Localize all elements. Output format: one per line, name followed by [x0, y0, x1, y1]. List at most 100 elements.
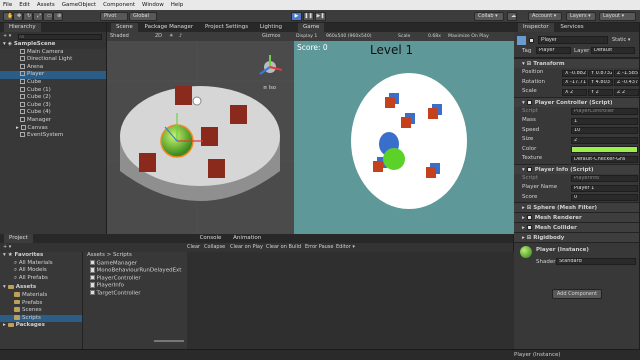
account-button[interactable]: Account ▾: [528, 12, 562, 21]
script-file[interactable]: PlayerInfo: [84, 282, 187, 290]
project-create-button[interactable]: + ▾: [3, 243, 11, 252]
tab-game[interactable]: Game: [298, 23, 325, 32]
tab-hierarchy[interactable]: Hierarchy: [4, 23, 41, 32]
component-header[interactable]: ▸ ⊞ Sphere (Mesh Filter): [514, 202, 639, 212]
resolution-dropdown[interactable]: 960x540 (960x540): [326, 32, 372, 41]
favorite-item[interactable]: ⌕ All Models: [0, 267, 82, 275]
audio-icon[interactable]: ♪: [179, 32, 182, 41]
orientation-gizmo-icon[interactable]: [259, 55, 283, 75]
hierarchy-item[interactable]: Cube (3): [0, 101, 106, 110]
component-header[interactable]: ▸ ⊞ Rigidbody: [514, 232, 639, 242]
console-error-pause[interactable]: Error Pause: [305, 243, 333, 252]
display-dropdown[interactable]: Display 1: [296, 32, 317, 41]
layer-dropdown[interactable]: Default: [591, 47, 635, 54]
menu-help[interactable]: Help: [171, 2, 184, 8]
tag-dropdown[interactable]: Player: [536, 47, 571, 54]
console-clear[interactable]: Clear: [187, 243, 200, 252]
script-file[interactable]: PlayerController: [84, 274, 187, 283]
cube-object[interactable]: [175, 86, 192, 105]
hierarchy-item[interactable]: Arena: [0, 63, 106, 72]
component-checkbox[interactable]: [526, 215, 532, 220]
hierarchy-item[interactable]: Cube (4): [0, 109, 106, 117]
step-button[interactable]: ▶❚: [315, 12, 326, 21]
scene-gizmos[interactable]: Gizmos: [262, 32, 280, 41]
scene-viewport[interactable]: ≡ Iso: [107, 41, 294, 234]
player-info-header[interactable]: ▾ Player Info (Script): [514, 163, 639, 174]
pivot-toggle[interactable]: Pivot: [100, 12, 128, 21]
console-clear-on-play[interactable]: Clear on Play: [230, 243, 263, 252]
color-swatch[interactable]: [571, 146, 638, 153]
rotation-y-field[interactable]: Y 4.803: [588, 79, 613, 86]
hierarchy-item[interactable]: ▸ Canvas: [0, 124, 106, 133]
rect-tool-icon[interactable]: ▭: [43, 12, 53, 21]
hierarchy-item[interactable]: EventSystem: [0, 132, 106, 140]
cube-object[interactable]: [139, 153, 156, 172]
global-toggle[interactable]: Global: [129, 12, 157, 21]
zoom-slider[interactable]: [154, 340, 184, 342]
score-field[interactable]: 0: [571, 194, 638, 201]
hierarchy-item[interactable]: Cube: [0, 78, 106, 87]
cube-object[interactable]: [208, 159, 225, 178]
hierarchy-item[interactable]: Player: [0, 71, 106, 79]
scale-value[interactable]: 0.68x: [428, 32, 441, 41]
add-component-button[interactable]: Add Component: [552, 289, 602, 299]
position-x-field[interactable]: X -0.882: [562, 69, 587, 77]
component-header[interactable]: ▸ Mesh Renderer: [514, 212, 639, 222]
active-checkbox[interactable]: [529, 38, 534, 43]
favorite-item[interactable]: ⌕ All Materials: [0, 260, 82, 268]
tab-console[interactable]: Console: [195, 234, 227, 243]
tab-package-manager[interactable]: Package Manager: [140, 23, 199, 32]
layout-button[interactable]: Layout ▾: [599, 12, 636, 21]
menu-file[interactable]: File: [3, 2, 12, 8]
menu-window[interactable]: Window: [142, 2, 164, 8]
asset-folder[interactable]: Prefabs: [0, 300, 82, 308]
collab-button[interactable]: Collab ▾: [474, 12, 504, 21]
asset-folder[interactable]: Scenes: [0, 307, 82, 315]
light-gizmo-icon[interactable]: [192, 96, 202, 106]
2d-toggle[interactable]: 2D: [155, 32, 162, 41]
console-editor-dropdown[interactable]: Editor ▾: [336, 243, 355, 252]
favorites-root[interactable]: ▾ ★ Favorites: [0, 252, 82, 260]
pause-button[interactable]: ❚❚: [303, 12, 314, 21]
scale-tool-icon[interactable]: ⤢: [33, 12, 43, 21]
player-controller-header[interactable]: ▾ Player Controller (Script): [514, 96, 639, 107]
shading-dropdown[interactable]: Shaded: [110, 32, 129, 41]
position-z-field[interactable]: Z -1.585: [614, 69, 639, 77]
assets-root[interactable]: ▾ Assets: [0, 284, 82, 292]
project-breadcrumb[interactable]: Assets > Scripts: [84, 252, 187, 260]
play-button[interactable]: ▶: [291, 12, 302, 21]
hierarchy-item[interactable]: Manager: [0, 116, 106, 125]
player-info-checkbox[interactable]: [526, 166, 532, 172]
scale-y-field[interactable]: Y 2: [588, 88, 613, 96]
menu-gameobject[interactable]: GameObject: [62, 2, 96, 8]
component-checkbox[interactable]: [526, 225, 532, 230]
static-toggle[interactable]: Static ▾: [612, 37, 630, 43]
create-button[interactable]: + ▾: [3, 33, 11, 39]
tab-animation[interactable]: Animation: [228, 234, 266, 243]
persp-label[interactable]: ≡ Iso: [263, 85, 276, 91]
console-clear-on-build[interactable]: Clear on Build: [266, 243, 301, 252]
cube-object[interactable]: [230, 105, 247, 124]
maximize-toggle[interactable]: Maximize On Play: [448, 32, 489, 41]
rotate-tool-icon[interactable]: ↻: [23, 12, 33, 21]
light-icon[interactable]: ☀: [169, 32, 173, 41]
tab-lighting[interactable]: Lighting: [255, 23, 287, 32]
menu-edit[interactable]: Edit: [19, 2, 30, 8]
script-file[interactable]: TargetController: [84, 289, 187, 298]
scene-root[interactable]: ▾ ◈ SampleScene: [0, 41, 106, 49]
asset-folder[interactable]: Scripts: [0, 314, 82, 323]
script-file[interactable]: GameManager: [84, 259, 187, 268]
rotation-z-field[interactable]: Z -0.437: [614, 79, 639, 86]
game-viewport[interactable]: Score: 0 Level 1: [294, 41, 514, 234]
speed-field[interactable]: 10: [571, 127, 638, 134]
player-controller-checkbox[interactable]: [526, 99, 532, 105]
scale-z-field[interactable]: Z 2: [614, 88, 639, 96]
transform-tool-icon[interactable]: ⊕: [53, 12, 63, 21]
component-header[interactable]: ▸ Mesh Collider: [514, 222, 639, 232]
tab-services[interactable]: Services: [555, 23, 588, 32]
hierarchy-search-input[interactable]: [18, 33, 102, 40]
rotation-x-field[interactable]: X -17.717: [562, 79, 587, 86]
hand-tool-icon[interactable]: ✋: [3, 12, 13, 21]
mass-field[interactable]: 1: [571, 117, 638, 125]
shader-dropdown[interactable]: Standard: [556, 258, 636, 265]
